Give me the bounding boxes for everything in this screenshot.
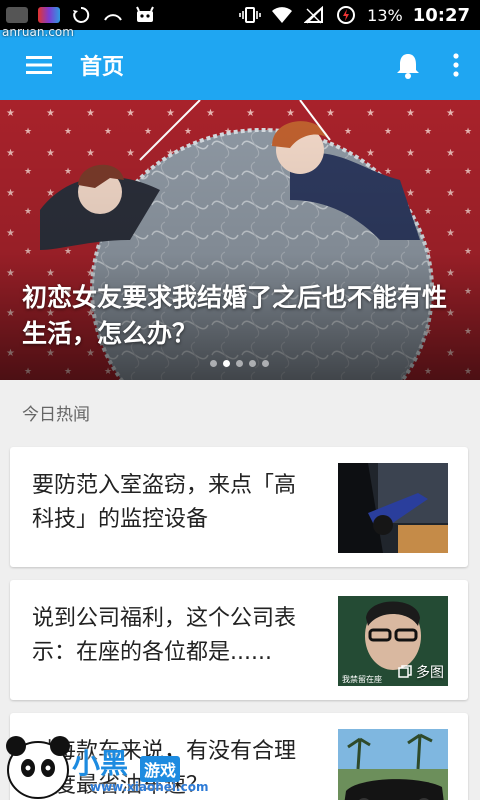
news-card[interactable]: 要防范入室盗窃，来点「高科技」的监控设备 — [10, 447, 468, 567]
news-card-thumbnail — [338, 463, 448, 553]
badge-label: 多图 — [416, 665, 444, 681]
refresh-icon — [70, 5, 92, 25]
battery-percent: 13% — [367, 5, 403, 25]
section-title: 今日热闻 — [22, 405, 90, 425]
app-notification-icon — [38, 7, 60, 23]
pager-dot-active[interactable] — [223, 360, 230, 367]
notification-icons — [0, 5, 156, 25]
watermark-tag: 游戏 — [140, 756, 181, 782]
multi-image-badge: 多图 — [398, 662, 444, 682]
featured-banner[interactable]: ★ ★ — [0, 100, 480, 380]
app-bar: 首页 — [0, 30, 480, 100]
banner-title: 初恋女友要求我结婚了之后也不能有性生活，怎么办？ — [22, 283, 448, 348]
watermark-top: anruan.com — [2, 25, 74, 39]
hamburger-icon — [26, 56, 52, 74]
system-indicators: 13% 10:27 — [239, 5, 480, 26]
news-card-title: 要防范入室盗窃，来点「高科技」的监控设备 — [32, 473, 297, 532]
news-card-thumbnail: 我禁留在座 多图 — [338, 596, 448, 686]
arc-icon — [102, 5, 124, 25]
page-title: 首页 — [80, 55, 125, 80]
gallery-icon — [398, 665, 412, 678]
notifications-button[interactable] — [384, 36, 432, 94]
banner-pager-dots — [210, 360, 269, 367]
clock: 10:27 — [412, 4, 470, 26]
app-notification-icon — [6, 7, 28, 23]
thumb-caption: 我禁留在座 — [342, 674, 382, 684]
pager-dot[interactable] — [262, 360, 269, 367]
battery-saver-icon — [335, 5, 357, 25]
overflow-menu-button[interactable] — [432, 36, 480, 94]
menu-button[interactable] — [10, 36, 68, 94]
news-card-thumbnail — [338, 729, 448, 800]
wifi-icon — [271, 5, 293, 25]
more-vertical-icon — [453, 53, 459, 77]
news-card[interactable]: 说到公司福利，这个公司表示：在座的各位都是...... 我禁留在座 多图 — [10, 580, 468, 700]
watermark-url: www.xiaohei.com — [90, 780, 209, 794]
android-icon — [134, 5, 156, 25]
pager-dot[interactable] — [210, 360, 217, 367]
signal-icon — [303, 5, 325, 25]
bell-icon — [397, 54, 419, 79]
app-screen: 13% 10:27 anruan.com 首页 初恋女友要求我结婚了之后也不能有… — [0, 0, 480, 800]
pager-dot[interactable] — [249, 360, 256, 367]
pager-dot[interactable] — [236, 360, 243, 367]
news-card-title: 说到公司福利，这个公司表示：在座的各位都是...... — [32, 606, 297, 665]
watermark-brand: 小黑 — [72, 747, 129, 780]
vibrate-icon — [239, 5, 261, 25]
